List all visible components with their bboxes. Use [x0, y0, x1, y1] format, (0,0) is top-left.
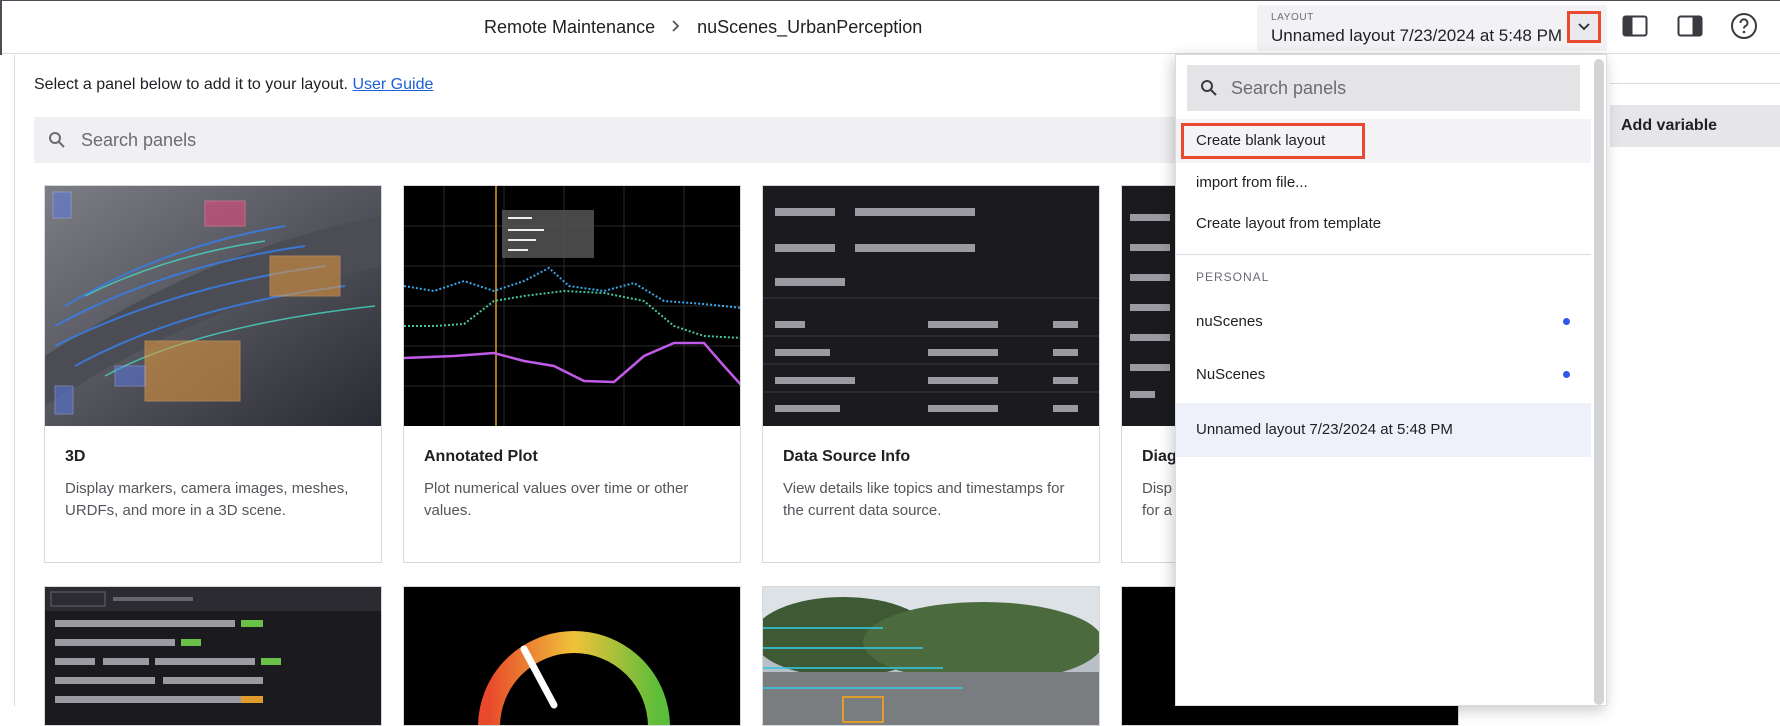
panel-thumbnail [404, 587, 740, 725]
menu-item-label: NuScenes [1196, 366, 1266, 383]
layout-name[interactable]: Unnamed layout 7/23/2024 at 5:48 PM [1271, 26, 1562, 46]
layout-menu: Search panels Create blank layout import… [1175, 54, 1607, 706]
chevron-right-icon [671, 17, 681, 38]
breadcrumb-source[interactable]: nuScenes_UrbanPerception [697, 17, 922, 38]
layout-item-nuscenes[interactable]: nuScenes [1176, 300, 1591, 344]
chevron-down-icon [1578, 18, 1590, 36]
panel-description: View details like topics and timestamps … [783, 480, 1065, 519]
panel-title: Data Source Info [783, 448, 911, 465]
section-personal: PERSONAL [1196, 270, 1270, 284]
search-placeholder: Search panels [81, 130, 197, 150]
menu-item-label: Create layout from template [1196, 215, 1382, 232]
add-variable-button[interactable]: Add variable [1610, 105, 1780, 147]
search-placeholder: Search panels [1231, 78, 1347, 98]
panel-card-3d[interactable]: 3D Display markers, camera images, meshe… [44, 185, 382, 563]
unsaved-indicator [1563, 371, 1570, 378]
help-button[interactable] [1729, 12, 1759, 45]
panel-card-data-source-info[interactable]: Data Source Info View details like topic… [762, 185, 1100, 563]
layout-item-nuscenes-2[interactable]: NuScenes [1176, 353, 1591, 397]
user-guide-link[interactable]: User Guide [352, 76, 433, 93]
layout-caption: LAYOUT [1271, 12, 1314, 23]
intro-label: Select a panel below to add it to your l… [34, 76, 348, 93]
panel-title: Annotated Plot [424, 448, 538, 465]
panel-description: Plot numerical values over time or other… [424, 480, 689, 519]
import-from-file-item[interactable]: import from file... [1176, 161, 1591, 205]
search-icon [1200, 79, 1218, 102]
right-pane-divider [1610, 83, 1780, 84]
right-sidebar-toggle[interactable] [1675, 13, 1705, 43]
layout-search-input[interactable]: Search panels [1187, 65, 1580, 111]
top-bar: Remote Maintenance nuScenes_UrbanPercept… [0, 0, 1780, 55]
breadcrumb-org[interactable]: Remote Maintenance [484, 17, 655, 38]
create-from-template-item[interactable]: Create layout from template [1176, 202, 1591, 246]
panel-thumbnail [45, 587, 381, 725]
panel-card-gauge[interactable] [403, 586, 741, 726]
help-icon [1730, 12, 1758, 45]
add-variable-label: Add variable [1621, 117, 1718, 134]
highlight-box [1181, 123, 1365, 159]
right-sidebar-icon [1677, 15, 1703, 42]
sidebar-divider [14, 55, 15, 706]
intro-text: Select a panel below to add it to your l… [34, 76, 433, 94]
panel-thumbnail [404, 186, 740, 426]
layout-item-unnamed[interactable]: Unnamed layout 7/23/2024 at 5:48 PM [1176, 403, 1591, 457]
panel-search-input[interactable]: Search panels [34, 117, 1224, 163]
left-sidebar-icon [1622, 15, 1648, 42]
menu-scrollbar[interactable] [1594, 59, 1604, 705]
panel-card-annotated-plot[interactable]: Annotated Plot Plot numerical values ove… [403, 185, 741, 563]
panel-card-image[interactable] [762, 586, 1100, 726]
menu-divider [1176, 254, 1591, 255]
panel-thumbnail [763, 186, 1099, 426]
panel-description: Display markers, camera images, meshes, … [65, 480, 349, 519]
left-sidebar-toggle[interactable] [1620, 13, 1650, 43]
menu-item-label: import from file... [1196, 174, 1308, 191]
unsaved-indicator [1563, 318, 1570, 325]
layout-selector[interactable]: LAYOUT Unnamed layout 7/23/2024 at 5:48 … [1257, 5, 1607, 51]
panel-thumbnail [763, 587, 1099, 725]
panel-card-log[interactable] [44, 586, 382, 726]
window-edge [0, 1, 2, 55]
layout-menu-button[interactable] [1567, 11, 1601, 43]
search-icon [48, 131, 66, 154]
panel-title: 3D [65, 448, 86, 465]
menu-item-label: nuScenes [1196, 313, 1263, 330]
menu-item-label: Unnamed layout 7/23/2024 at 5:48 PM [1196, 421, 1453, 438]
breadcrumb: Remote Maintenance nuScenes_UrbanPercept… [484, 17, 922, 38]
panel-title: Diag [1142, 448, 1177, 465]
panel-thumbnail [45, 186, 381, 426]
